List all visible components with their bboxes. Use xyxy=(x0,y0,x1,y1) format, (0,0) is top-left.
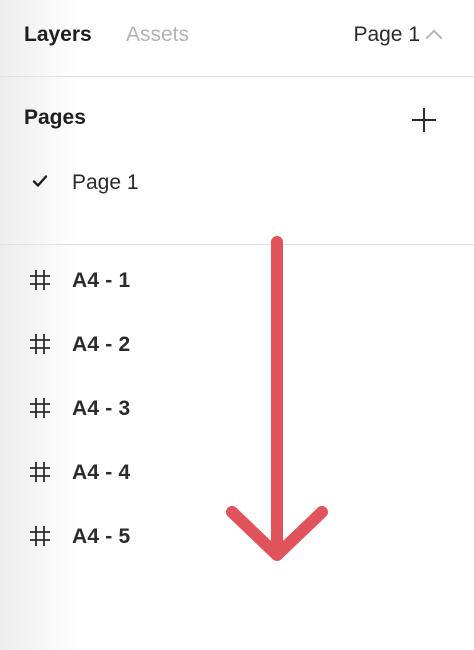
layer-label: A4 - 5 xyxy=(72,525,131,548)
panel-header: Layers Assets Page 1 xyxy=(0,0,474,76)
page-list-item[interactable]: Page 1 xyxy=(0,162,474,202)
layer-row[interactable]: A4 - 3 xyxy=(0,383,474,431)
layer-row[interactable]: A4 - 2 xyxy=(0,319,474,367)
layer-label: A4 - 4 xyxy=(72,461,131,484)
layer-row[interactable]: A4 - 1 xyxy=(0,255,474,303)
pages-divider xyxy=(0,244,474,245)
frame-icon xyxy=(30,398,50,418)
checkmark-icon xyxy=(32,175,48,187)
frame-icon xyxy=(30,526,50,546)
layer-label: A4 - 1 xyxy=(72,269,131,292)
layer-label: A4 - 3 xyxy=(72,397,131,420)
tab-assets[interactable]: Assets xyxy=(126,23,189,47)
page-list-item-label: Page 1 xyxy=(72,171,139,194)
header-divider xyxy=(0,76,474,77)
page-selector[interactable]: Page 1 xyxy=(353,23,443,47)
layer-row[interactable]: A4 - 5 xyxy=(0,511,474,559)
layer-label: A4 - 2 xyxy=(72,333,131,356)
page-selector-label: Page 1 xyxy=(353,23,420,46)
layer-row[interactable]: A4 - 4 xyxy=(0,447,474,495)
frame-icon xyxy=(30,270,50,290)
pages-section-title: Pages xyxy=(24,106,86,129)
chevron-up-icon xyxy=(425,29,443,47)
frame-icon xyxy=(30,334,50,354)
plus-icon[interactable] xyxy=(412,108,436,132)
frame-icon xyxy=(30,462,50,482)
tab-layers[interactable]: Layers xyxy=(24,23,92,47)
